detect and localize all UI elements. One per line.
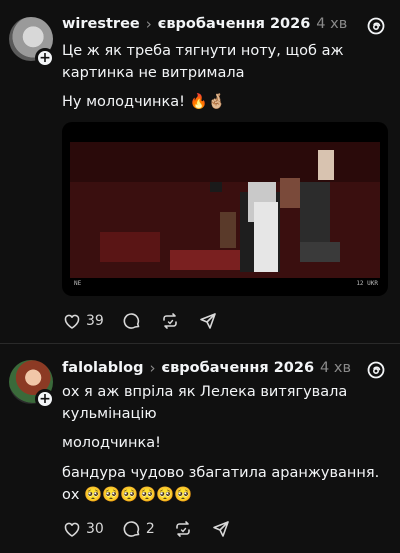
comment-icon	[123, 521, 140, 537]
chevron-right-icon: ›	[145, 15, 152, 33]
threads-logo-icon[interactable]	[366, 16, 386, 36]
repost-button[interactable]	[173, 519, 193, 539]
video-caption-right: 12 UKR	[356, 280, 378, 287]
topic-tag[interactable]: євробачення 2026	[158, 16, 311, 32]
post-header: falolablog › євробачення 2026 4 хв	[62, 358, 351, 378]
topic-tag[interactable]: євробачення 2026	[161, 360, 314, 376]
comment-icon	[123, 313, 140, 329]
like-count: 30	[86, 521, 104, 537]
chevron-right-icon: ›	[149, 359, 156, 377]
send-icon	[200, 313, 216, 329]
username[interactable]: wirestree	[62, 16, 140, 32]
post-text-2: молодчинка!	[62, 435, 161, 451]
reply-button[interactable]: 2	[122, 519, 155, 539]
username[interactable]: falolablog	[62, 360, 143, 376]
timestamp: 4 хв	[316, 16, 348, 32]
timestamp: 4 хв	[320, 360, 352, 376]
threads-logo-icon[interactable]	[366, 360, 386, 380]
heart-icon	[64, 314, 80, 329]
thread-post-1: + wirestree › євробачення 2026 4 хв Це ж…	[0, 0, 400, 343]
like-button[interactable]: 39	[62, 311, 104, 331]
reply-button[interactable]	[122, 311, 142, 331]
share-button[interactable]	[198, 311, 218, 331]
follow-plus-icon[interactable]: +	[35, 48, 55, 68]
like-button[interactable]: 30	[62, 519, 104, 539]
post-text-3: бандура чудово збагатила аранжування. ох…	[62, 465, 380, 503]
post-header: wirestree › євробачення 2026 4 хв	[62, 14, 347, 34]
like-count: 39	[86, 313, 104, 329]
share-button[interactable]	[211, 519, 231, 539]
stage-image	[70, 142, 380, 278]
repost-icon	[163, 313, 177, 329]
video-caption-left: NE	[74, 280, 82, 287]
reply-count: 2	[145, 521, 155, 537]
post-text: Це ж як треба тягнути ноту, щоб аж карти…	[62, 43, 344, 81]
video-thumbnail[interactable]: NE 12 UKR	[62, 122, 388, 296]
post-text: ох я аж впріла як Лелека витягувала куль…	[62, 384, 348, 422]
action-bar: 30 2	[62, 518, 249, 540]
post-text-2: Ну молодчинка! 🔥🤞🏼	[62, 94, 226, 110]
heart-icon	[64, 522, 80, 537]
follow-plus-icon[interactable]: +	[35, 389, 55, 409]
repost-button[interactable]	[160, 311, 180, 331]
repost-icon	[175, 521, 190, 537]
action-bar: 39	[62, 310, 236, 332]
send-icon	[212, 521, 229, 537]
